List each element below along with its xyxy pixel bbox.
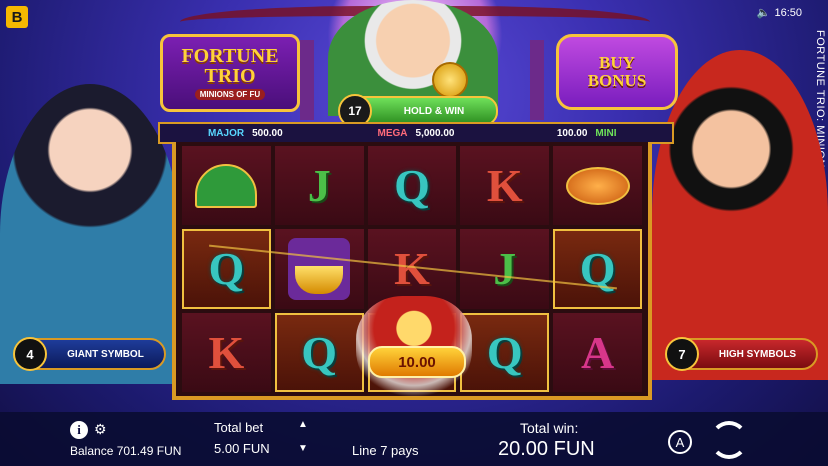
jackpot-major: MAJOR 500.00 (160, 128, 331, 139)
gold-coin-icon (432, 62, 468, 98)
warrior-character (652, 50, 828, 380)
reel-cell-win: Q (553, 229, 642, 309)
game-logo: FORTUNE TRIO MINIONS OF FU (160, 34, 300, 112)
logo-line2: TRIO (204, 65, 256, 87)
jackpot-mega-value: 5,000.00 (415, 127, 455, 139)
koi-icon (565, 166, 630, 205)
fan-icon (195, 163, 258, 208)
reel-cell: J (274, 146, 364, 226)
reel-cell: J (460, 229, 550, 309)
line-pays-label: Line 7 pays (352, 443, 419, 458)
jackpot-bar: MAJOR 500.00 MEGA 5,000.00 100.00 MINI (158, 122, 674, 144)
bonus-coin-value: 10.00 (368, 346, 466, 378)
settings-gear-icon[interactable]: ⚙ (94, 421, 107, 438)
reel-cell: Q (367, 146, 457, 226)
reel-cell: K (460, 146, 550, 226)
hold-win-label: HOLD & WIN (403, 105, 465, 117)
logo-line1: FORTUNE (181, 45, 279, 67)
total-win-label: Total win: (520, 420, 579, 436)
gate-pillar-left (300, 40, 314, 120)
info-icon[interactable]: i (70, 421, 88, 439)
reel-cell: A (553, 312, 642, 392)
brand-logo: B (6, 6, 28, 28)
jackpot-mega: MEGA 5,000.00 (331, 128, 502, 139)
high-symbols-label: HIGH SYMBOLS (718, 348, 797, 360)
bet-decrease-icon[interactable]: ▼ (298, 443, 308, 454)
volume-icon[interactable]: 🔈 (757, 6, 771, 19)
gate-pillar-right (530, 40, 544, 120)
reel-cell-ingot (274, 229, 364, 309)
logo-subtitle: MINIONS OF FU (194, 89, 266, 100)
reel-cell-koi (553, 146, 642, 226)
reel-cell-fan (182, 146, 271, 226)
high-symbols-badge: 7 HIGH SYMBOLS (665, 337, 818, 371)
jackpot-major-name: MAJOR (207, 127, 245, 139)
status-clock: 🔈 16:50 (757, 6, 802, 20)
giant-symbol-badge: 4 GIANT SYMBOL (13, 337, 166, 371)
giant-symbol-label: GIANT SYMBOL (67, 348, 144, 360)
balance-label: Balance 701.49 FUN (70, 444, 182, 458)
time-label: 16:50 (774, 6, 802, 19)
reel-cell-win: Q (274, 312, 364, 392)
jackpot-mega-name: MEGA (377, 127, 408, 139)
jackpot-mini-value: 100.00 (556, 127, 588, 139)
total-bet-value: 5.00 FUN (214, 441, 270, 456)
buy-bonus-line1: BUY (599, 53, 635, 73)
buy-bonus-line2: BONUS (587, 71, 647, 90)
high-symbols-count: 7 (665, 337, 699, 371)
buy-bonus-button[interactable]: BUY BONUS (556, 34, 678, 110)
giant-symbol-count: 4 (13, 337, 47, 371)
ingot-icon (288, 237, 351, 300)
reel-cell-win: Q (182, 229, 271, 309)
reel-cell: K (182, 312, 271, 392)
reel-cell-win: Q (460, 312, 550, 392)
autoplay-button[interactable]: A (668, 430, 692, 454)
bet-increase-icon[interactable]: ▲ (298, 419, 308, 430)
total-bet-label: Total bet (214, 420, 264, 435)
jackpot-mini-name: MINI (595, 127, 617, 139)
total-win-value: 20.00 FUN (498, 438, 595, 460)
spin-button[interactable] (710, 421, 748, 459)
jackpot-major-value: 500.00 (252, 127, 283, 139)
jackpot-mini: 100.00 MINI (501, 128, 672, 139)
